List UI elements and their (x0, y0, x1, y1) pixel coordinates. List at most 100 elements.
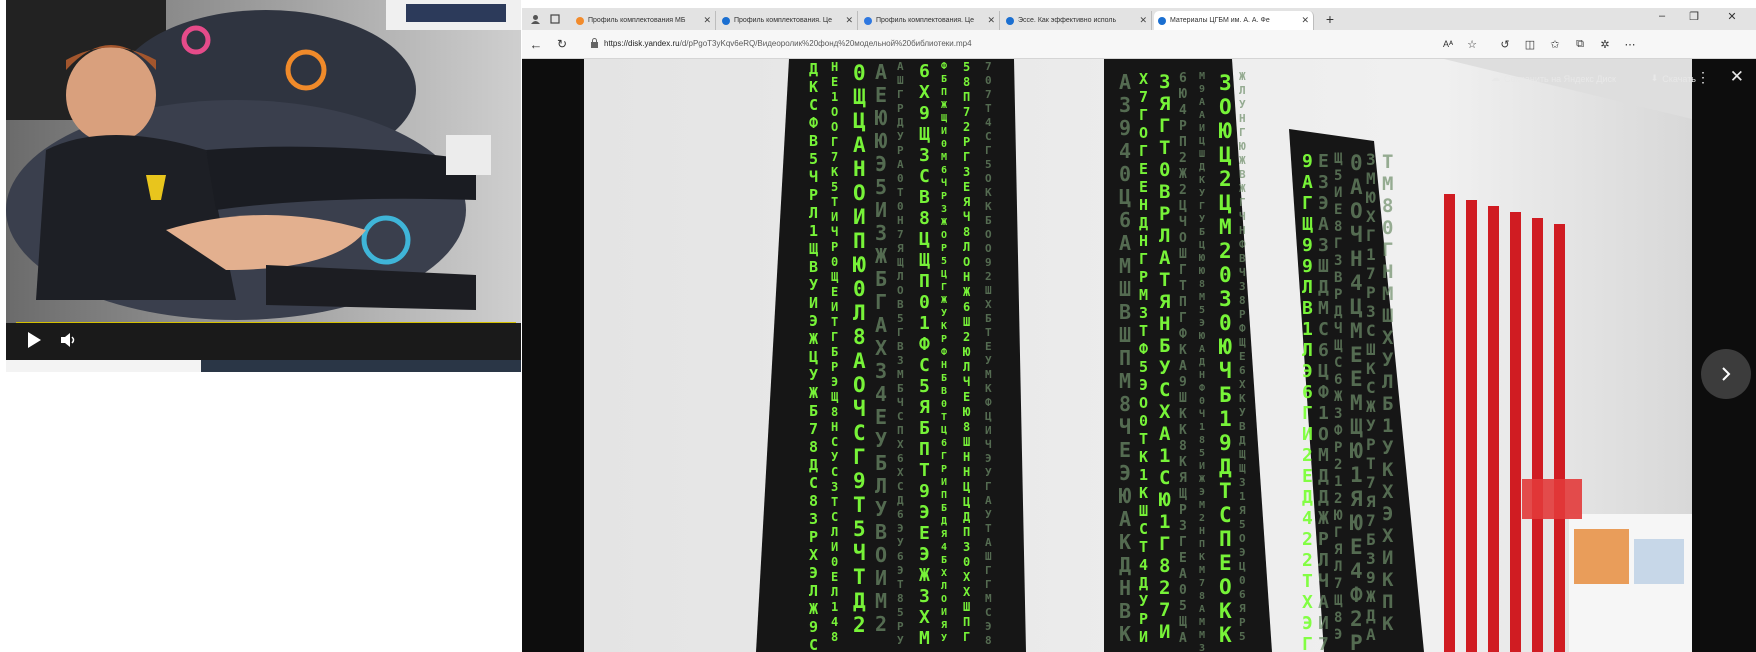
profile-icon[interactable] (528, 12, 542, 26)
tab-strip: Профиль комплектования МБ ✕ Профиль комп… (522, 8, 1756, 30)
video-frame-matrix-room[interactable]: ДКСФВ5ЧРЛ1ЩВУИЭЖЦУЖБ78ДС8ЗРХЭЛЖ9СНЕ1ООГ7… (584, 59, 1692, 652)
svg-text:7: 7 (985, 60, 992, 73)
svg-text:Ю: Ю (853, 253, 866, 277)
svg-text:О: О (941, 594, 947, 605)
tab-close-icon[interactable]: ✕ (987, 15, 995, 26)
svg-text:8: 8 (963, 420, 970, 434)
svg-text:Щ: Щ (919, 250, 930, 271)
next-file-button[interactable] (1701, 349, 1751, 399)
tab-0[interactable]: Профиль комплектования МБ ✕ (572, 11, 716, 30)
tab-actions-icon[interactable] (548, 12, 562, 26)
split-screen-icon[interactable]: ◫ (1522, 36, 1538, 52)
svg-text:Е: Е (1334, 202, 1342, 218)
svg-text:Р: Р (1366, 435, 1376, 454)
svg-text:9: 9 (1302, 151, 1313, 172)
svg-text:Х: Х (1366, 207, 1376, 226)
svg-text:9: 9 (853, 469, 866, 493)
tab-3[interactable]: Эссе. Как эффективно исполь ✕ (1002, 11, 1152, 30)
svg-text:У: У (1382, 437, 1394, 459)
tab-close-icon[interactable]: ✕ (703, 15, 711, 26)
svg-text:Ч: Ч (853, 541, 866, 565)
svg-text:Т: Т (1159, 137, 1170, 159)
tab-close-icon[interactable]: ✕ (845, 15, 853, 26)
svg-text:О: О (1318, 424, 1329, 445)
svg-text:Л: Л (831, 525, 838, 539)
download-button[interactable]: ⬇ Скачать (1651, 73, 1696, 84)
svg-text:Т: Т (831, 315, 838, 329)
svg-text:Ч: Ч (1350, 223, 1363, 247)
tab-favicon (1006, 16, 1014, 25)
svg-text:Ш: Ш (1199, 149, 1205, 160)
svg-text:С: С (809, 96, 818, 114)
more-menu-icon[interactable]: ⋯ (1622, 36, 1638, 52)
close-viewer-icon[interactable]: ✕ (1730, 67, 1744, 87)
url-path: /d/pPgoT3yKqv6eRQ/Видеоролик%20фонд%20мо… (679, 38, 972, 48)
url-field[interactable]: https://disk.yandex.ru/d/pPgoT3yKqv6eRQ/… (582, 33, 1482, 53)
svg-text:С: С (1159, 379, 1170, 401)
download-label: Скачать (1662, 73, 1696, 84)
svg-text:С: С (1334, 355, 1342, 371)
extensions-icon[interactable]: ✲ (1597, 36, 1613, 52)
refresh-icon[interactable]: ↻ (554, 36, 570, 52)
left-video-frame[interactable] (6, 0, 521, 323)
svg-text:Я: Я (1350, 487, 1363, 511)
svg-text:Е: Е (1119, 438, 1131, 462)
svg-text:О: О (875, 543, 887, 567)
svg-text:Ч: Ч (963, 210, 970, 224)
svg-text:Р: Р (831, 240, 838, 254)
more-options-icon[interactable]: ⋮ (1696, 69, 1710, 86)
restore-icon[interactable]: ❐ (1682, 10, 1706, 23)
svg-text:0: 0 (897, 172, 904, 185)
svg-text:Ю: Ю (1219, 335, 1232, 359)
svg-text:Ш: Ш (963, 600, 970, 614)
collections-icon[interactable]: ⧉ (1572, 36, 1588, 52)
volume-icon[interactable] (58, 330, 78, 350)
window-close-icon[interactable]: ✕ (1720, 10, 1744, 23)
svg-text:Г: Г (1239, 126, 1246, 139)
favorites-bar-icon[interactable]: ✩ (1547, 36, 1563, 52)
svg-text:Ч: Ч (1219, 359, 1232, 383)
tab-4-active[interactable]: Материалы ЦГБМ им. А. А. Фе ✕ (1154, 11, 1314, 30)
save-to-yandex-disk-button[interactable]: ☁ Сохранить на Яндекс Диск (1491, 73, 1616, 84)
svg-text:4: 4 (941, 542, 947, 553)
svg-text:Э: Э (875, 152, 887, 176)
favorite-star-icon[interactable]: ☆ (1464, 36, 1480, 52)
svg-text:1: 1 (1239, 490, 1246, 503)
svg-text:Ж: Ж (875, 244, 887, 268)
svg-text:М: М (1119, 254, 1131, 278)
svg-text:Г: Г (875, 290, 887, 314)
svg-text:К: К (1179, 423, 1187, 438)
tab-close-icon[interactable]: ✕ (1301, 15, 1309, 26)
extension-refresh-icon[interactable]: ↺ (1497, 36, 1513, 52)
svg-text:С: С (1366, 321, 1376, 340)
minimize-icon[interactable]: – (1650, 10, 1674, 22)
svg-text:4: 4 (985, 116, 992, 129)
svg-text:9: 9 (1219, 431, 1232, 455)
svg-text:А: А (1119, 507, 1131, 531)
svg-text:Я: Я (919, 397, 930, 418)
svg-text:Ю: Ю (1334, 508, 1343, 524)
svg-text:Е: Е (1350, 343, 1363, 367)
svg-text:Э: Э (985, 452, 992, 465)
svg-text:З: З (1219, 71, 1232, 95)
tab-1[interactable]: Профиль комплектования. Це ✕ (718, 11, 858, 30)
svg-text:Ж: Ж (1366, 587, 1376, 606)
back-arrow-icon[interactable]: ← (528, 36, 544, 52)
svg-text:Н: Н (1119, 576, 1131, 600)
new-tab-button[interactable]: + (1322, 10, 1338, 28)
tab-label: Профиль комплектования. Це (734, 17, 832, 24)
play-icon[interactable] (26, 331, 42, 349)
svg-text:В: В (1119, 599, 1131, 623)
svg-text:Р: Р (1239, 616, 1246, 629)
tab-2[interactable]: Профиль комплектования. Це ✕ (860, 11, 1000, 30)
svg-text:С: С (985, 130, 992, 143)
svg-text:Э: Э (1199, 487, 1205, 498)
tab-close-icon[interactable]: ✕ (1139, 15, 1147, 26)
svg-text:А: А (897, 60, 904, 73)
svg-text:2: 2 (985, 270, 992, 283)
svg-text:Н: Н (897, 214, 904, 227)
svg-text:А: А (853, 349, 866, 373)
svg-text:К: К (1199, 552, 1205, 563)
left-video-player[interactable] (6, 0, 521, 360)
read-aloud-icon[interactable]: Aᴬ (1440, 36, 1456, 52)
